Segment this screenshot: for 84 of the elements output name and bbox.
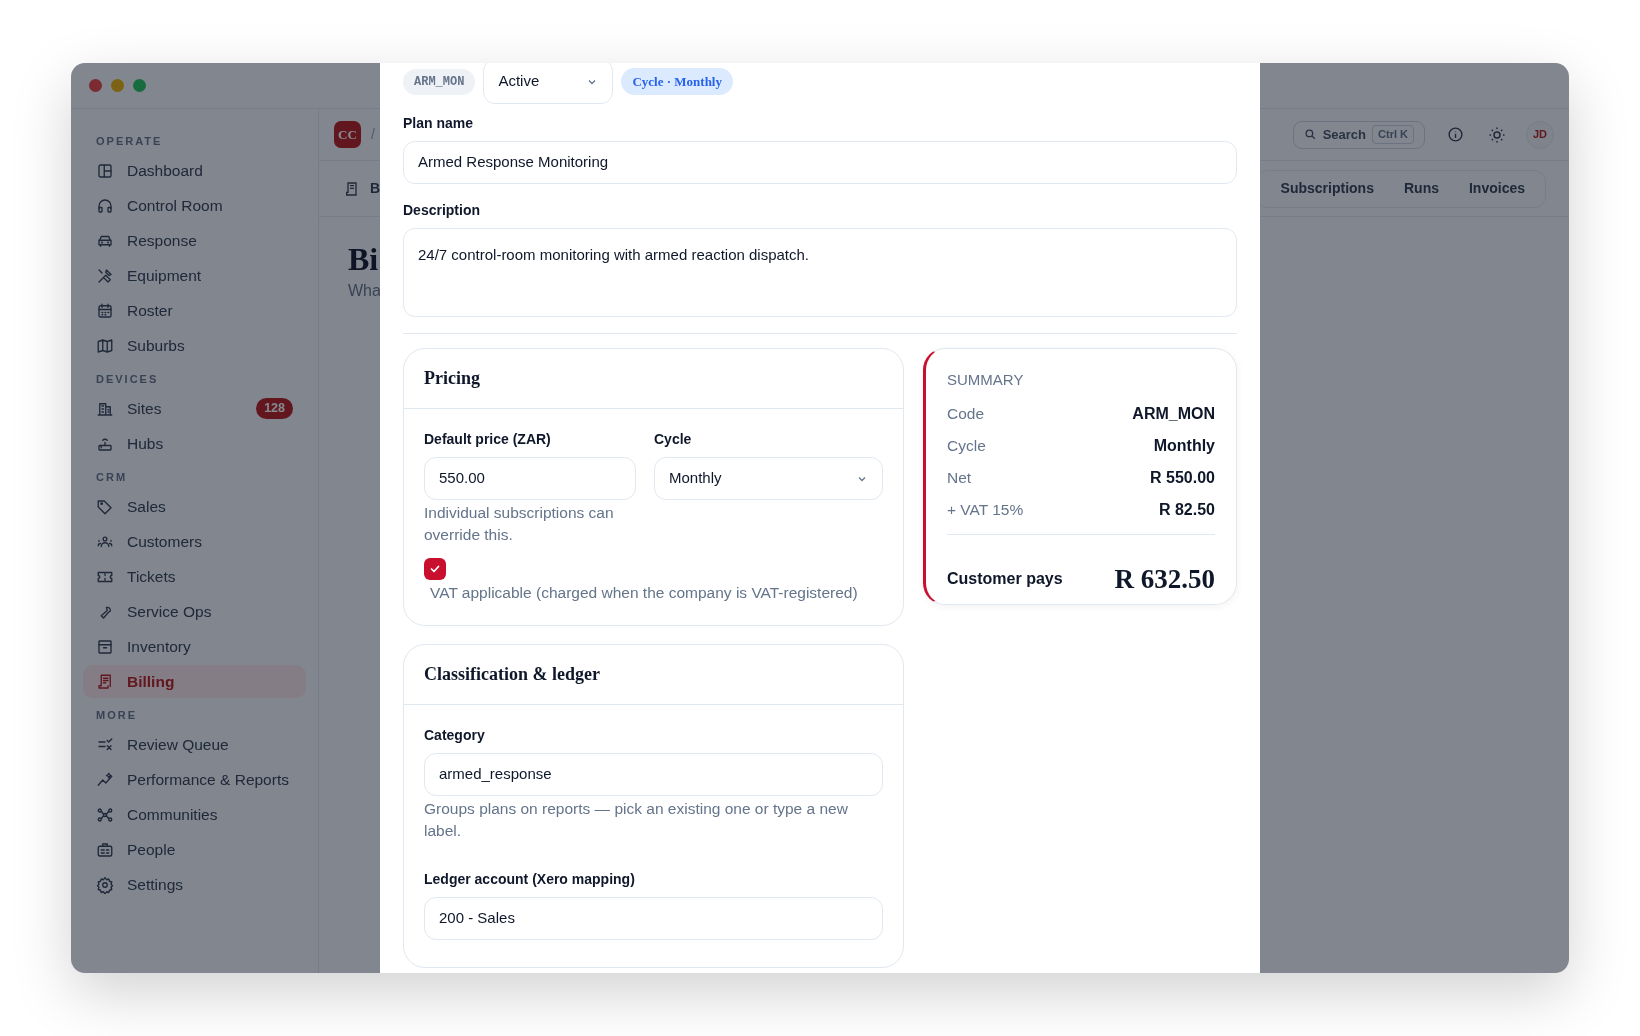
price-field[interactable]: 550.00 [424,457,636,500]
tag-icon [96,497,114,516]
sidebar-item[interactable]: Billing [83,665,306,698]
close-window-icon[interactable] [89,79,102,92]
tab[interactable]: Subscriptions [1266,173,1388,204]
sidebar-item[interactable]: Service Ops [83,595,306,628]
receipt-icon [344,180,360,197]
sidebar-item[interactable]: Tickets [83,560,306,593]
total-label: Customer pays [947,568,1063,589]
count-badge: 128 [256,398,293,419]
tab[interactable]: Invoices [1454,173,1539,204]
sidebar-item[interactable]: Equipment [83,259,306,292]
vat-checkbox[interactable] [424,558,446,580]
cycle-badge: Cycle · Monthly [621,67,733,96]
sidebar-item[interactable]: Roster [83,294,306,327]
ledger-field[interactable]: 200 - Sales [424,897,883,940]
sidebar-item[interactable]: Sites 128 [83,392,306,425]
plan-name-field[interactable]: Armed Response Monitoring [403,141,1237,184]
page-title: Bi [348,240,379,279]
summary-value: Monthly [1153,435,1215,456]
field-label: Plan name [403,114,475,133]
sidebar-item[interactable]: Suburbs [83,329,306,362]
sidebar-item[interactable]: Response [83,224,306,257]
breadcrumb-separator: / [371,125,375,144]
user-avatar[interactable]: JD [1526,120,1554,149]
help-text: Groups plans on reports — pick an existing one or type a new label. [424,799,849,841]
sidebar-item[interactable]: Settings [83,868,306,901]
total-value: R 632.50 [1114,562,1215,596]
summary-label: Cycle [947,435,986,456]
map-icon [96,336,114,355]
sidebar-item[interactable]: Customers [83,525,306,558]
sidebar-item[interactable]: Control Room [83,189,306,222]
section-heading: CRM [95,469,129,485]
summary-value: R 82.50 [1158,499,1215,520]
card-title: Pricing [404,349,903,409]
summary-value: R 550.00 [1150,467,1215,488]
help-text: Individual subscriptions can override this. [424,503,615,545]
section-heading: DEVICES [95,371,160,387]
id-badge-icon [96,840,114,859]
cycle-select[interactable]: Monthly [654,457,883,500]
description-field[interactable]: 24/7 control-room monitoring with armed reaction dispatch. [403,228,1237,317]
field-label: Ledger account (Xero mapping) [424,870,636,889]
receipt-icon [96,672,114,691]
trend-line-icon [96,770,114,789]
category-field[interactable]: armed_response [424,753,883,796]
summary-value: ARM_MON [1132,403,1215,424]
archive-icon [96,637,114,656]
summary-label: + VAT 15% [947,499,1024,520]
page-tab[interactable]: B [370,178,381,199]
field-label: Category [424,726,486,745]
check-icon [429,563,441,575]
sidebar-item[interactable]: Sales [83,490,306,523]
section-heading: MORE [95,707,138,723]
summary-label: Net [947,467,972,488]
card-title: Classification & ledger [404,645,903,705]
gear-icon [96,875,114,894]
section-heading: OPERATE [95,133,164,149]
search-icon [1303,128,1317,141]
logo[interactable]: CC [334,121,361,148]
shortcut-key: Ctrl K [1372,125,1414,144]
network-icon [96,805,114,824]
summary-label: Code [947,403,985,424]
sidebar-item[interactable]: People [83,833,306,866]
tab[interactable]: Runs [1389,173,1453,204]
headset-icon [96,196,114,215]
info-icon[interactable] [1447,126,1464,143]
field-label: Cycle [654,430,693,449]
sidebar-item[interactable]: Performance & Reports [83,763,306,796]
layout-icon [96,161,114,180]
sidebar-item[interactable]: Hubs [83,427,306,460]
search-field[interactable]: Search Ctrl K [1292,120,1425,149]
code-chip: ARM_MON [403,68,476,95]
sidebar-item[interactable]: Dashboard [83,154,306,187]
sun-icon[interactable] [1488,125,1506,144]
sidebar-item[interactable]: Inventory [83,630,306,663]
page-subtitle: Wha [348,281,381,301]
field-label: Description [403,201,481,220]
checkbox-label: VAT applicable (charged when the company is VAT-registered) [430,583,859,603]
calendar-icon [96,301,114,320]
sidebar-item[interactable]: Review Queue [83,728,306,761]
field-label: Default price (ZAR) [424,430,552,449]
sidebar-item[interactable]: Communities [83,798,306,831]
tools-icon [96,266,114,285]
summary-title: SUMMARY [947,370,1025,390]
